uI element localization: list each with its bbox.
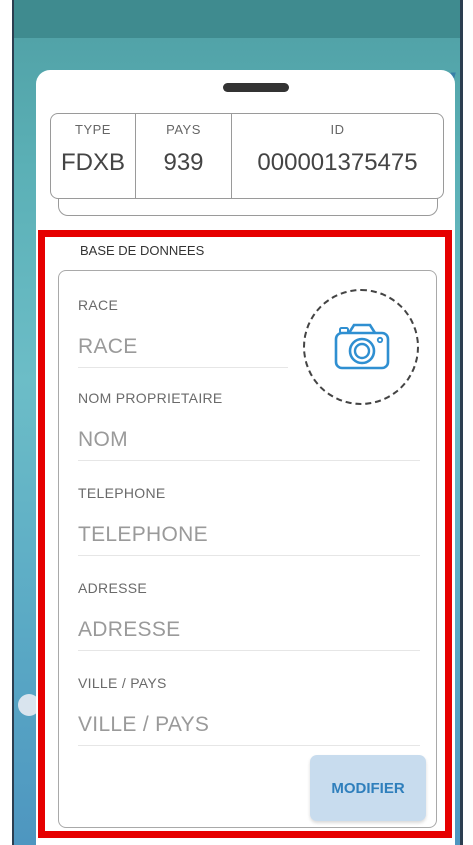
frame-line [12,0,14,845]
modify-button[interactable]: MODIFIER [310,755,426,821]
race-field: RACE RACE [78,297,288,368]
sheet-drag-handle[interactable] [223,83,289,92]
type-cell: TYPE FDXB [51,114,135,198]
id-cell: ID 000001375475 [231,114,443,198]
city-country-field: VILLE / PAYS VILLE / PAYS [78,675,420,746]
pays-label: PAYS [166,122,201,137]
address-input[interactable]: ADRESSE [78,618,420,651]
race-input[interactable]: RACE [78,335,288,368]
frame-left [0,0,12,845]
database-title: BASE DE DONNEES [80,243,205,258]
telephone-input[interactable]: TELEPHONE [78,523,420,556]
owner-label: NOM PROPRIETAIRE [78,390,223,406]
pays-cell: PAYS 939 [135,114,231,198]
address-label: ADRESSE [78,580,148,596]
race-label: RACE [78,297,119,313]
city-country-input[interactable]: VILLE / PAYS [78,713,420,746]
address-field: ADRESSE ADRESSE [78,580,420,651]
collapsed-panel-edge [58,198,438,216]
type-value: FDXB [60,149,125,176]
owner-field: NOM PROPRIETAIRE NOM [78,390,420,461]
city-country-label: VILLE / PAYS [78,675,167,691]
transponder-id-panel: TYPE FDXB PAYS 939 ID 000001375475 [50,113,444,199]
pays-value: 939 [163,149,204,176]
telephone-field: TELEPHONE TELEPHONE [78,485,420,556]
type-label: TYPE [75,122,111,137]
id-label: ID [330,122,345,137]
telephone-label: TELEPHONE [78,485,166,501]
camera-icon[interactable] [332,320,392,372]
owner-input[interactable]: NOM [78,428,420,461]
frame-right [463,0,473,845]
top-bar [0,0,473,38]
id-value: 000001375475 [257,149,418,176]
